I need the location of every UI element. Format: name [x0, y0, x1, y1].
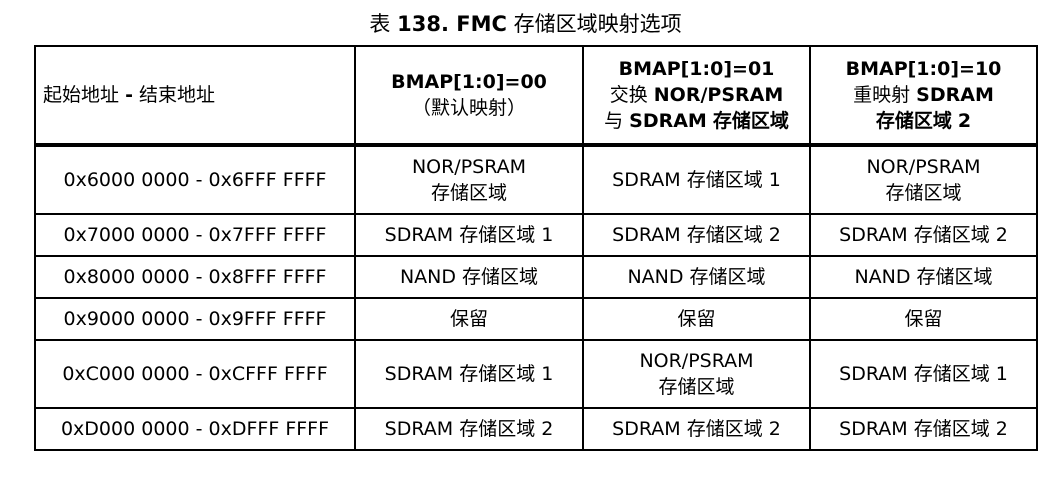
- header-bmap-00-note: （默认映射）: [411, 97, 526, 119]
- header-range-start: 起始地址: [43, 84, 120, 106]
- fmc-bank-mapping-table: 起始地址 - 结束地址 BMAP[1:0]=00 （默认映射） BMAP[1:0…: [34, 45, 1038, 451]
- header-bmap-01-and: 与: [604, 110, 624, 132]
- cell-line: SDRAM 存储区域 2: [612, 224, 781, 246]
- header-bmap-10-line2: 重映射 SDRAM: [817, 82, 1030, 108]
- bmap-00-cell: 保留: [354, 297, 584, 341]
- cell-line: SDRAM 存储区域 2: [839, 418, 1008, 440]
- cell-line: SDRAM 存储区域 1: [839, 363, 1008, 385]
- table-row: 0x9000 0000 - 0x9FFF FFFF 保留 保留 保留: [34, 297, 1038, 341]
- header-bmap-10-remap: 重映射: [853, 84, 911, 106]
- table-caption: 表 138. FMC 存储区域映射选项: [0, 10, 1051, 38]
- header-bmap-10: BMAP[1:0]=10 重映射 SDRAM 存储区域 2: [809, 45, 1038, 147]
- bmap-01-cell: SDRAM 存储区域 2: [582, 213, 811, 257]
- cell-line: NOR/PSRAM: [866, 156, 981, 178]
- caption-number: 138. FMC: [397, 12, 507, 36]
- table-row: 0x6000 0000 - 0x6FFF FFFF NOR/PSRAM 存储区域…: [34, 144, 1038, 215]
- header-bmap-01-sdram: SDRAM: [629, 110, 707, 132]
- header-bmap-10-bank-num: 2: [957, 110, 972, 132]
- header-range-end: 结束地址: [139, 84, 216, 106]
- caption-title: 存储区域映射选项: [513, 12, 682, 36]
- header-bmap-10-sdram: SDRAM: [916, 84, 994, 106]
- address-range-cell: 0xC000 0000 - 0xCFFF FFFF: [34, 339, 356, 409]
- cell-line: NOR/PSRAM: [639, 350, 754, 372]
- cell-line: 保留: [677, 308, 716, 330]
- bmap-00-cell: SDRAM 存储区域 1: [354, 213, 584, 257]
- cell-line: NOR/PSRAM: [411, 156, 527, 178]
- cell-line: 存储区域: [885, 182, 962, 204]
- bmap-10-cell: NAND 存储区域: [809, 255, 1038, 299]
- cell-line: 存储区域: [430, 182, 507, 204]
- bmap-01-cell: SDRAM 存储区域 1: [582, 144, 811, 215]
- header-bmap-01-swap: 交换: [609, 84, 648, 106]
- cell-line: SDRAM 存储区域 1: [384, 363, 554, 385]
- cell-line: SDRAM 存储区域 1: [612, 169, 781, 191]
- address-range-cell: 0x6000 0000 - 0x6FFF FFFF: [34, 144, 356, 215]
- cell-line: 存储区域: [658, 376, 735, 398]
- bmap-10-cell: 保留: [809, 297, 1038, 341]
- bmap-10-cell: SDRAM 存储区域 2: [809, 407, 1038, 451]
- table-row: 0x7000 0000 - 0x7FFF FFFF SDRAM 存储区域 1 S…: [34, 213, 1038, 257]
- cell-line: 保留: [904, 308, 943, 330]
- cell-line: NAND 存储区域: [399, 266, 539, 288]
- bmap-01-cell: NOR/PSRAM 存储区域: [582, 339, 811, 409]
- header-bmap-01-line3: 与 SDRAM 存储区域: [590, 108, 803, 134]
- bmap-10-cell: SDRAM 存储区域 2: [809, 213, 1038, 257]
- bmap-00-cell: SDRAM 存储区域 2: [354, 407, 584, 451]
- header-address-range: 起始地址 - 结束地址: [34, 45, 356, 147]
- header-bmap-01-line2: 交换 NOR/PSRAM: [590, 82, 803, 108]
- bmap-00-cell: SDRAM 存储区域 1: [354, 339, 584, 409]
- bmap-01-cell: SDRAM 存储区域 2: [582, 407, 811, 451]
- address-range-cell: 0x9000 0000 - 0x9FFF FFFF: [34, 297, 356, 341]
- header-bmap-10-label: BMAP[1:0]=10: [845, 58, 1002, 80]
- cell-line: SDRAM 存储区域 1: [384, 224, 554, 246]
- cell-line: SDRAM 存储区域 2: [612, 418, 781, 440]
- table-row: 0xC000 0000 - 0xCFFF FFFF SDRAM 存储区域 1 N…: [34, 339, 1038, 409]
- bmap-10-cell: SDRAM 存储区域 1: [809, 339, 1038, 409]
- cell-line: SDRAM 存储区域 2: [384, 418, 554, 440]
- table-row: 0xD000 0000 - 0xDFFF FFFF SDRAM 存储区域 2 S…: [34, 407, 1038, 451]
- table-header-row: 起始地址 - 结束地址 BMAP[1:0]=00 （默认映射） BMAP[1:0…: [34, 45, 1038, 147]
- header-bmap-01: BMAP[1:0]=01 交换 NOR/PSRAM 与 SDRAM 存储区域: [582, 45, 811, 147]
- header-bmap-10-line3: 存储区域 2: [817, 108, 1030, 134]
- header-range-sep: -: [125, 84, 133, 106]
- header-bmap-10-bank: 存储区域: [875, 110, 952, 132]
- header-bmap-00: BMAP[1:0]=00 （默认映射）: [354, 45, 584, 147]
- address-range-cell: 0x7000 0000 - 0x7FFF FFFF: [34, 213, 356, 257]
- bmap-01-cell: 保留: [582, 297, 811, 341]
- cell-line: 保留: [449, 308, 488, 330]
- header-bmap-01-label: BMAP[1:0]=01: [618, 58, 775, 80]
- cell-line: SDRAM 存储区域 2: [839, 224, 1008, 246]
- table-row: 0x8000 0000 - 0x8FFF FFFF NAND 存储区域 NAND…: [34, 255, 1038, 299]
- bmap-01-cell: NAND 存储区域: [582, 255, 811, 299]
- address-range-cell: 0xD000 0000 - 0xDFFF FFFF: [34, 407, 356, 451]
- header-bmap-00-label: BMAP[1:0]=00: [391, 71, 547, 93]
- bmap-00-cell: NOR/PSRAM 存储区域: [354, 144, 584, 215]
- header-bmap-01-nor: NOR/PSRAM: [653, 84, 784, 106]
- bmap-10-cell: NOR/PSRAM 存储区域: [809, 144, 1038, 215]
- address-range-cell: 0x8000 0000 - 0x8FFF FFFF: [34, 255, 356, 299]
- cell-line: NAND 存储区域: [854, 266, 993, 288]
- cell-line: NAND 存储区域: [627, 266, 766, 288]
- bmap-00-cell: NAND 存储区域: [354, 255, 584, 299]
- caption-prefix: 表: [369, 12, 391, 36]
- header-bmap-01-bank: 存储区域: [712, 110, 789, 132]
